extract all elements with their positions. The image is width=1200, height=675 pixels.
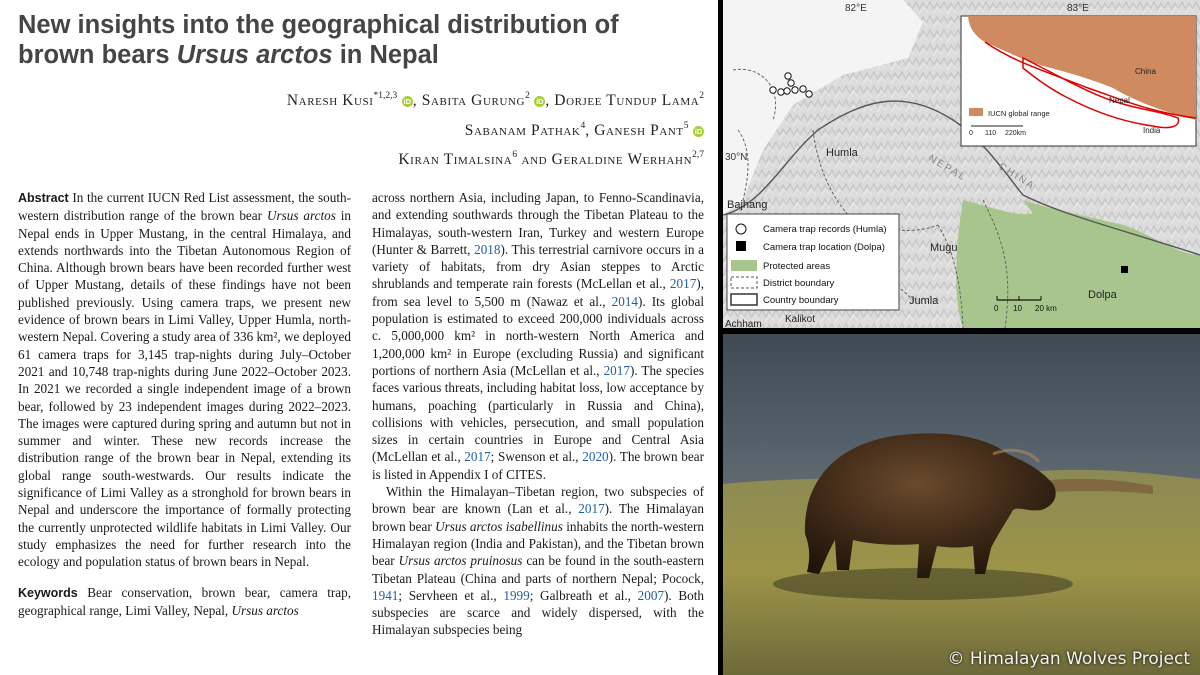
camera-record-marker [799,85,807,93]
citation-link[interactable]: 2007 [638,588,664,603]
map-svg: 82°E 83°E 30°N Humla Bajhang Mugu Jumla … [723,0,1200,328]
district-label: Achham [725,319,762,328]
paper-title: New insights into the geographical distr… [18,10,708,70]
country-boundary-symbol [730,293,758,306]
author-name: Geraldine Werhahn [551,151,693,168]
author-line-2: Sabanam Pathak4, Ganesh Pant5 iD [464,120,704,139]
author-affiliation: 5 [683,120,689,131]
district-label: Mugu [930,242,958,254]
legend-label: District boundary [763,278,835,289]
camera-record-marker [784,72,792,80]
citation-link[interactable]: 2017 [578,501,604,516]
camera-record-marker [791,86,799,94]
abstract-column: Abstract In the current IUCN Red List as… [18,189,351,619]
author-name: Sabita Gurung [421,92,526,109]
citation-link[interactable]: 2018 [474,242,500,257]
orcid-icon[interactable]: iD [534,96,546,107]
keywords-label: Keywords [18,585,78,600]
body-column: across northern Asia, including Japan, t… [372,189,704,639]
legend-label: Camera trap location (Dolpa) [763,242,885,253]
inset-scale-label: 220km [1005,130,1026,137]
inset-label: Nepal [1109,96,1130,105]
study-area-map: 82°E 83°E 30°N Humla Bajhang Mugu Jumla … [723,0,1200,328]
citation-link[interactable]: 2020 [582,449,608,464]
camera-record-marker [805,90,813,98]
citation-link[interactable]: 1999 [503,588,529,603]
body-paragraph-2: Within the Himalayan–Tibetan region, two… [372,484,705,638]
author-affiliation: 6 [512,150,518,160]
district-label: Jumla [909,295,939,307]
inset-label: China [1135,67,1156,76]
scale-label: 20 km [1035,304,1057,313]
inset-scale-label: 0 [969,130,973,137]
legend-label: Protected areas [763,261,830,272]
brown-bear-photo: © Himalayan Wolves Project [723,334,1200,675]
district-label: Kalikot [785,314,815,325]
legend-label: Camera trap records (Humla) [763,224,887,235]
district-boundary-symbol [730,276,758,289]
title-species: Ursus arctos [176,41,333,69]
photo-credit: © Himalayan Wolves Project [947,649,1190,669]
scale-label: 10 [1013,304,1022,313]
orcid-icon[interactable]: iD [401,96,413,107]
abstract-paragraph: Abstract In the current IUCN Red List as… [18,190,352,570]
map-legend: Camera trap records (Humla) Camera trap … [726,213,900,311]
longitude-label: 83°E [1067,3,1089,14]
camera-record-marker [769,86,777,94]
camera-record-symbol [735,223,747,235]
legend-range-label: IUCN global range [988,109,1050,118]
paper-page: New insights into the geographical distr… [0,0,718,675]
body-paragraph-1: across northern Asia, including Japan, t… [372,190,705,482]
camera-record-marker [787,79,795,87]
title-line-2: brown bears [18,41,177,69]
title-line-1: New insights into the geographical distr… [18,11,619,39]
keywords-paragraph: Keywords Bear conservation, brown bear, … [18,584,351,618]
photo-svg [723,334,1200,675]
latitude-label: 30°N [725,152,747,163]
citation-link[interactable]: 2017 [464,449,490,464]
title-line-2-end: in Nepal [332,41,439,69]
citation-link[interactable]: 2014 [612,294,638,309]
author-line-1: Naresh Kusi*1,2,3 iD, Sabita Gurung2 iD,… [286,91,704,109]
author-affiliation: *1,2,3 [373,91,398,101]
camera-record-marker [777,88,785,96]
author-name: Naresh Kusi [286,92,374,109]
author-name: Dorjee Tundup Lama [554,92,700,109]
district-label: Dolpa [1088,289,1118,301]
inset-label: India [1143,126,1161,135]
district-label: Bajhang [727,199,767,211]
author-name: Sabanam Pathak [464,121,581,139]
author-line-3: Kiran Timalsina6 and Geraldine Werhahn2,… [398,150,704,168]
district-label: Humla [826,147,859,159]
legend-label: Country boundary [763,295,839,306]
inset-map: IUCN global range China Nepal India 0 11… [960,15,1197,147]
orcid-icon[interactable]: iD [693,125,704,137]
author-list: Naresh Kusi*1,2,3 iD, Sabita Gurung2 iD,… [287,84,704,173]
camera-location-marker [1121,266,1128,273]
citation-link[interactable]: 2017 [604,363,630,378]
camera-record-marker [783,87,791,95]
author-affiliation: 2 [699,91,704,101]
scale-label: 0 [994,304,999,313]
author-name: Kiran Timalsina [398,151,513,168]
author-affiliation: 2,7 [692,150,704,160]
citation-link[interactable]: 1941 [372,588,398,603]
author-name: Ganesh Pant [594,121,684,139]
longitude-label: 82°E [845,3,867,14]
author-affiliation: 2 [525,91,530,101]
inset-scale-label: 110 [985,130,996,137]
citation-link[interactable]: 2017 [670,276,696,291]
legend-range-swatch [969,108,983,116]
abstract-label: Abstract [18,191,69,205]
protected-area-symbol [731,260,757,271]
camera-location-symbol [736,241,746,251]
